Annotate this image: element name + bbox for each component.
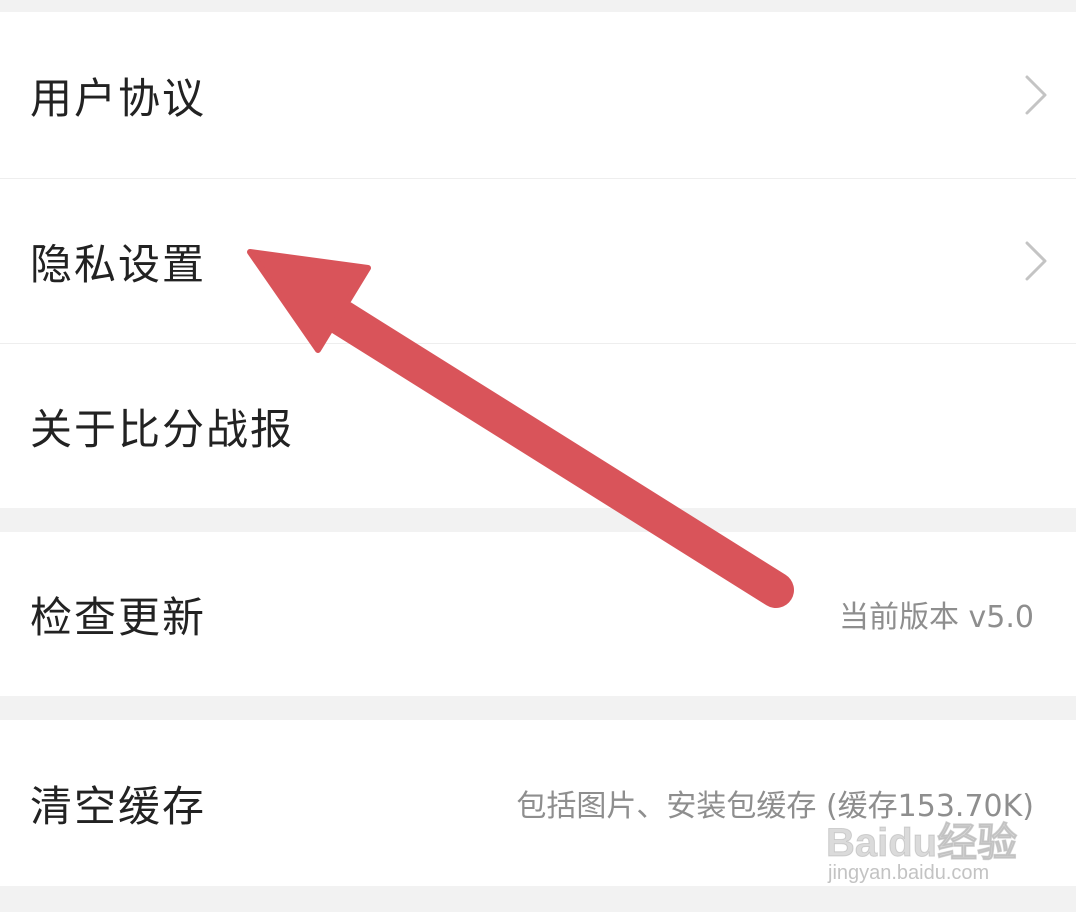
settings-screen: 用户协议 隐私设置 关于比分战报 检查更新 当前版本 v5.0 清空缓存 包括图… <box>0 0 1076 912</box>
chevron-right-icon <box>1025 241 1047 281</box>
settings-group-general: 用户协议 隐私设置 关于比分战报 <box>0 12 1076 508</box>
clear-cache-row[interactable]: 清空缓存 包括图片、安装包缓存 (缓存153.70K) <box>0 720 1076 886</box>
about-label: 关于比分战报 <box>30 404 295 454</box>
cache-size-value: 包括图片、安装包缓存 (缓存153.70K) <box>516 789 1034 824</box>
settings-group-cache: 清空缓存 包括图片、安装包缓存 (缓存153.70K) <box>0 720 1076 886</box>
check-update-row[interactable]: 检查更新 当前版本 v5.0 <box>0 532 1076 696</box>
about-row[interactable]: 关于比分战报 <box>0 344 1076 508</box>
settings-group-update: 检查更新 当前版本 v5.0 <box>0 532 1076 696</box>
user-agreement-label: 用户协议 <box>30 73 207 123</box>
clear-cache-label: 清空缓存 <box>30 781 207 831</box>
current-version-value: 当前版本 v5.0 <box>839 600 1034 635</box>
user-agreement-row[interactable]: 用户协议 <box>0 12 1076 178</box>
chevron-right-icon <box>1025 75 1047 115</box>
check-update-label: 检查更新 <box>30 592 207 642</box>
privacy-settings-label: 隐私设置 <box>30 239 207 289</box>
privacy-settings-row[interactable]: 隐私设置 <box>0 179 1076 343</box>
